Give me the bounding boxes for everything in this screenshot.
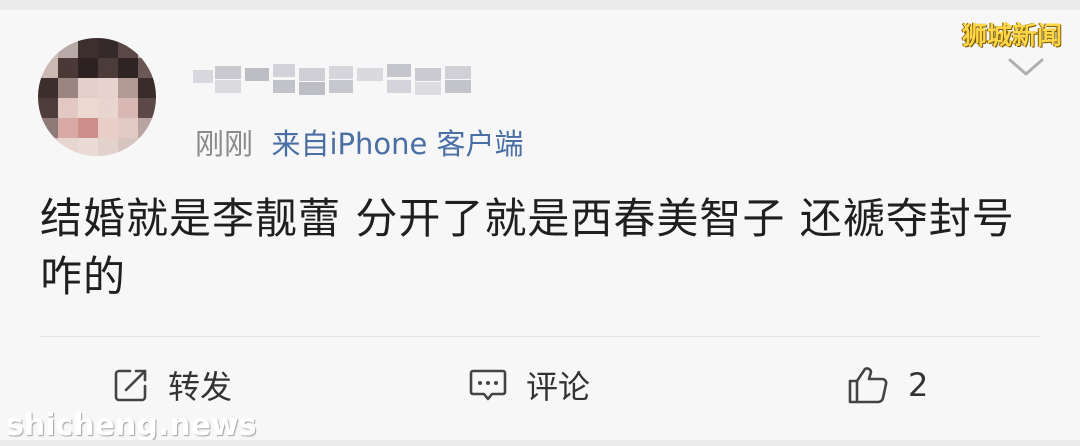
watermark-top-right: 狮城新闻 [962, 21, 1063, 50]
repost-button[interactable]: 转发 [112, 360, 232, 410]
edit-share-icon [114, 369, 147, 402]
comment-label: 评论 [526, 368, 591, 406]
like-count: 2 [908, 366, 929, 404]
post-content: 结婚就是李靓蕾 分开了就是西春美智子 还褫夺封号咋的 [40, 194, 1015, 301]
post-meta: 刚刚 来自iPhone 客户端 [195, 121, 524, 163]
comment-button[interactable]: 评论 [468, 360, 590, 410]
username-pixelated[interactable] [193, 62, 478, 100]
comment-icon [469, 369, 507, 401]
post-card: 刚刚 来自iPhone 客户端 狮城新闻 结婚就是李靓蕾 分开了就是西春美智子 … [0, 0, 1080, 446]
post-source[interactable]: 来自iPhone 客户端 [271, 127, 523, 161]
repost-label: 转发 [168, 368, 233, 406]
bottom-divider [0, 440, 1080, 446]
avatar[interactable] [38, 38, 156, 156]
top-divider [0, 0, 1080, 10]
like-button[interactable]: 2 [846, 360, 928, 410]
thumbs-up-icon [848, 367, 888, 404]
post-time: 刚刚 [195, 127, 254, 161]
divider [40, 336, 1040, 337]
watermark-bottom-left: shicheng.news [6, 408, 257, 443]
chevron-down-icon[interactable] [1008, 56, 1044, 80]
